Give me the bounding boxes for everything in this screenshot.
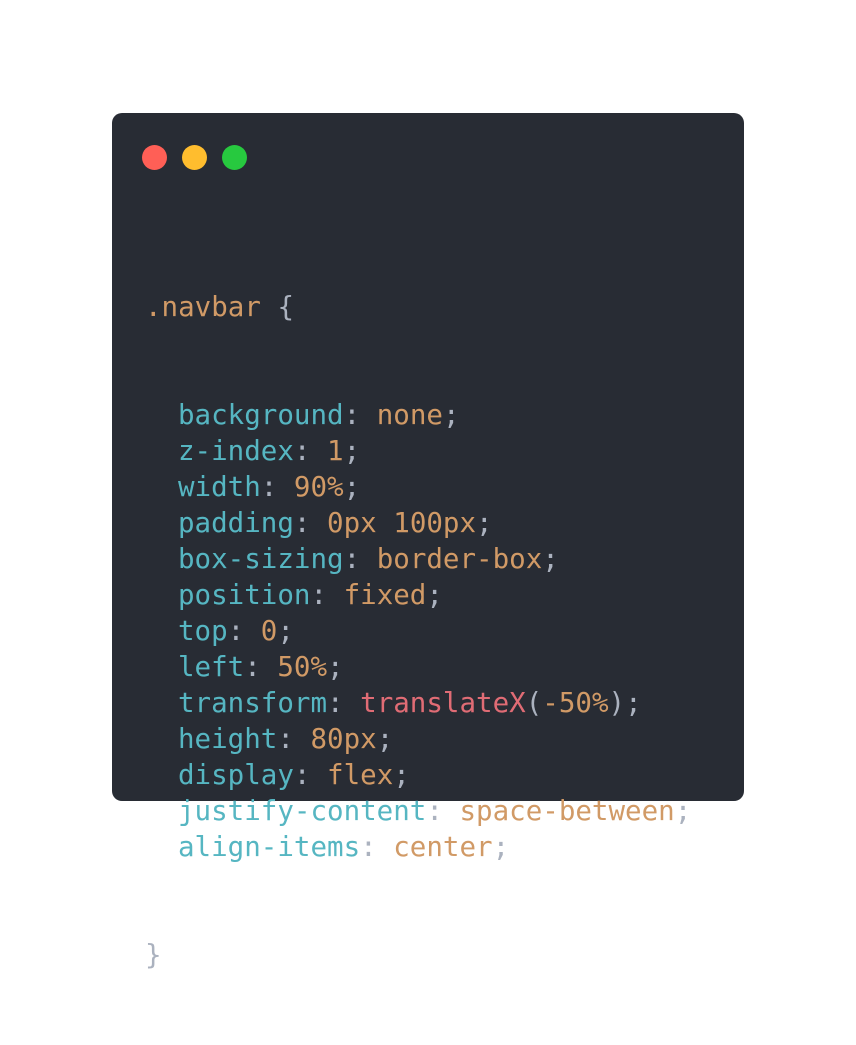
punctuation: ) [608, 687, 626, 719]
code-line-declaration: align-items: center; [145, 829, 691, 865]
css-property: z-index [178, 435, 294, 467]
code-line-declaration: justify-content: space-between; [145, 793, 691, 829]
semicolon: ; [492, 831, 510, 863]
colon: : [343, 543, 377, 575]
code-window: .navbar { background: none; z-index: 1; wi… [112, 113, 744, 971]
code-line-declaration: width: 90%; [145, 469, 691, 505]
semicolon: ; [327, 651, 344, 683]
maximize-dot[interactable] [222, 145, 247, 170]
css-property: padding [178, 507, 294, 539]
css-property: height [178, 723, 278, 755]
css-value: 0px 100px [327, 507, 477, 539]
close-dot[interactable] [142, 145, 167, 170]
semicolon: ; [393, 759, 410, 791]
css-value: border-box [376, 543, 543, 575]
code-line-close: } [145, 937, 691, 973]
css-property: background [178, 399, 344, 431]
css-value: 50% [277, 651, 328, 683]
css-property: position [178, 579, 311, 611]
code-block: .navbar { background: none; z-index: 1; wi… [145, 217, 691, 1045]
css-value: 80px [310, 723, 377, 755]
semicolon: ; [674, 795, 692, 827]
colon: : [426, 795, 460, 827]
colon: : [293, 507, 328, 539]
code-line-declaration: transform: translateX(-50%); [145, 685, 691, 721]
colon: : [310, 579, 344, 611]
colon: : [227, 615, 261, 647]
code-line-declaration: background: none; [145, 397, 691, 433]
colon: : [244, 651, 278, 683]
css-function: translateX [360, 687, 526, 719]
colon: : [277, 723, 311, 755]
css-property: justify-content [178, 795, 427, 827]
colon: : [343, 399, 377, 431]
css-property: align-items [178, 831, 361, 863]
code-line-declaration: top: 0; [145, 613, 691, 649]
css-value: space-between [459, 795, 675, 827]
declarations: background: none; z-index: 1; width: 90%; p… [145, 397, 691, 865]
css-value: flex [327, 759, 394, 791]
css-property: top [178, 615, 228, 647]
css-property: width [178, 471, 261, 503]
css-value: center [393, 831, 493, 863]
code-line-selector: .navbar { [145, 289, 691, 325]
css-value: -50% [542, 687, 609, 719]
window-controls [142, 145, 247, 170]
semicolon: ; [542, 543, 559, 575]
semicolon: ; [376, 723, 394, 755]
minimize-dot[interactable] [182, 145, 207, 170]
code-line-declaration: padding: 0px 100px; [145, 505, 691, 541]
close-brace: } [145, 939, 162, 971]
colon: : [260, 471, 294, 503]
punctuation: ( [525, 687, 543, 719]
css-property: left [178, 651, 245, 683]
colon: : [293, 435, 328, 467]
code-line-declaration: box-sizing: border-box; [145, 541, 691, 577]
semicolon: ; [343, 435, 361, 467]
css-value: fixed [343, 579, 427, 611]
semicolon: ; [343, 471, 361, 503]
code-line-declaration: z-index: 1; [145, 433, 691, 469]
css-property: box-sizing [178, 543, 344, 575]
css-value: 1 [327, 435, 344, 467]
css-value: 90% [293, 471, 344, 503]
code-line-declaration: display: flex; [145, 757, 691, 793]
css-selector: .navbar [145, 291, 261, 323]
semicolon: ; [426, 579, 443, 611]
colon: : [327, 687, 361, 719]
css-property: display [178, 759, 294, 791]
css-value: 0 [260, 615, 278, 647]
css-value: none [376, 399, 443, 431]
code-line-declaration: height: 80px; [145, 721, 691, 757]
semicolon: ; [442, 399, 460, 431]
colon: : [293, 759, 328, 791]
semicolon: ; [625, 687, 642, 719]
semicolon: ; [476, 507, 493, 539]
css-property: transform [178, 687, 328, 719]
open-brace: { [260, 291, 295, 323]
semicolon: ; [277, 615, 294, 647]
code-line-declaration: left: 50%; [145, 649, 691, 685]
colon: : [360, 831, 394, 863]
code-line-declaration: position: fixed; [145, 577, 691, 613]
